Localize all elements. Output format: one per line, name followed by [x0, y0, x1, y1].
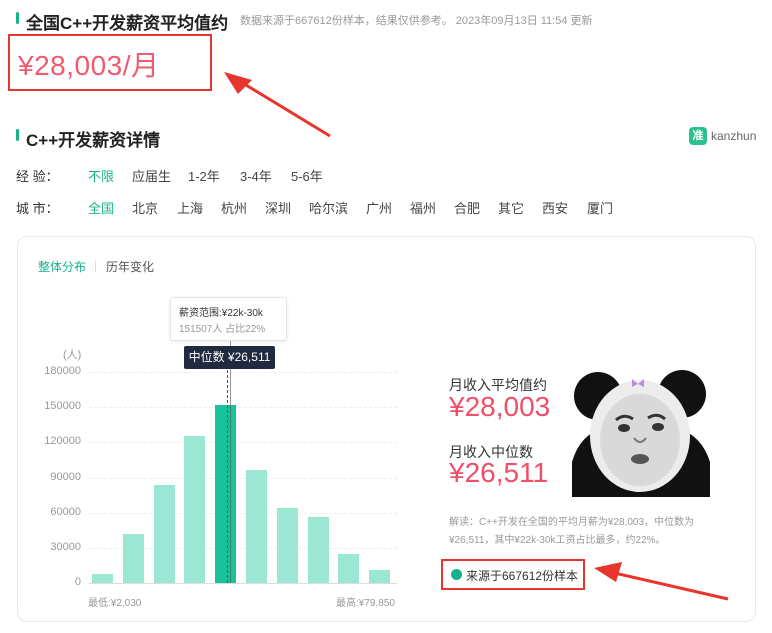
city-option-4[interactable]: 深圳 — [265, 198, 291, 217]
average-salary-value: ¥28,003/月 — [18, 50, 160, 81]
city-filter-label: 城 市： — [16, 201, 59, 216]
tooltip-range: 薪资范围:¥22k-30k — [179, 308, 263, 319]
interpretation-note: 解读：C++开发在全国的平均月薪为¥28,003，中位数为¥26,511，其中¥… — [449, 517, 695, 546]
panda-face-icon — [572, 370, 710, 497]
y-tick-label: 120000 — [44, 435, 81, 448]
chart-bar[interactable] — [246, 470, 267, 583]
y-tick-label: 90000 — [50, 470, 81, 483]
chart-bar[interactable] — [184, 436, 206, 583]
section-marker — [16, 129, 19, 141]
city-option-8[interactable]: 合肥 — [454, 198, 480, 217]
data-source-meta: 数据来源于667612份样本，结果仅供参考。 2023年09月13日 11:54… — [240, 15, 593, 27]
city-option-5[interactable]: 哈尔滨 — [309, 198, 348, 217]
chart-bar[interactable] — [307, 517, 329, 583]
gridline — [89, 407, 397, 409]
page-title: 全国C++开发薪资平均值约 — [26, 14, 229, 33]
annotation-arrow-top — [235, 77, 331, 138]
city-option-1[interactable]: 北京 — [132, 198, 158, 217]
gridline — [89, 477, 397, 479]
median-dashed-line — [227, 370, 228, 583]
tab-overall-distribution[interactable]: 整体分布 — [38, 258, 86, 275]
avg-income-value: ¥28,003 — [449, 391, 551, 422]
section-marker — [16, 12, 19, 24]
detail-title: C++开发薪资详情 — [26, 131, 161, 150]
city-option-0[interactable]: 全国 — [88, 198, 114, 217]
tab-divider — [95, 260, 96, 272]
gridline — [89, 372, 397, 373]
kanzhun-brand-text[interactable]: kanzhun — [711, 129, 756, 143]
chart-bar[interactable] — [153, 484, 175, 583]
experience-filter-label: 经 验： — [16, 169, 59, 184]
panda-meme-image — [570, 362, 713, 497]
min-salary-label: 最低:¥2,030 — [88, 598, 142, 609]
pie-chart-icon — [451, 569, 462, 580]
chart-bar[interactable] — [276, 507, 298, 583]
y-tick-label: 150000 — [44, 400, 81, 413]
median-tag: 中位数 ¥26,511 — [184, 346, 275, 369]
city-option-10[interactable]: 西安 — [542, 198, 568, 217]
max-salary-label: 最高:¥79,850 — [336, 598, 395, 609]
gridline — [89, 512, 397, 514]
y-tick-label: 180000 — [44, 365, 81, 377]
experience-option-2[interactable]: 1-2年 — [188, 166, 220, 185]
tooltip-detail: 151507人 占比22% — [179, 324, 266, 335]
city-option-11[interactable]: 厦门 — [587, 198, 613, 217]
tab-yearly-change[interactable]: 历年变化 — [106, 258, 154, 275]
city-option-3[interactable]: 杭州 — [221, 198, 247, 217]
chart-bar[interactable] — [92, 573, 113, 583]
chart-bar[interactable] — [215, 405, 237, 583]
experience-option-4[interactable]: 5-6年 — [291, 166, 323, 185]
y-tick-label: 30000 — [50, 540, 81, 553]
gridline — [89, 442, 397, 444]
median-income-value: ¥26,511 — [449, 457, 549, 488]
annotation-arrow-top-head — [224, 72, 252, 94]
experience-option-1[interactable]: 应届生 — [132, 166, 171, 185]
city-option-2[interactable]: 上海 — [177, 198, 203, 217]
city-option-9[interactable]: 其它 — [498, 198, 524, 217]
bar-tooltip: 薪资范围:¥22k-30k 151507人 占比22% — [170, 297, 287, 341]
chart-bar[interactable] — [122, 533, 144, 583]
sample-source-text: 来源于667612份样本 — [466, 569, 579, 583]
y-tick-label: 60000 — [50, 505, 81, 518]
kanzhun-logo-icon[interactable]: 准 — [689, 127, 707, 145]
y-axis-unit-label: (人) — [63, 349, 82, 361]
experience-option-3[interactable]: 3-4年 — [240, 166, 272, 185]
x-axis-line — [89, 583, 397, 584]
chart-bar[interactable] — [338, 553, 360, 583]
chart-bar[interactable] — [369, 570, 391, 583]
y-tick-label: 0 — [74, 576, 81, 588]
city-option-7[interactable]: 福州 — [410, 198, 436, 217]
city-option-6[interactable]: 广州 — [366, 198, 392, 217]
experience-option-0[interactable]: 不限 — [88, 166, 114, 185]
